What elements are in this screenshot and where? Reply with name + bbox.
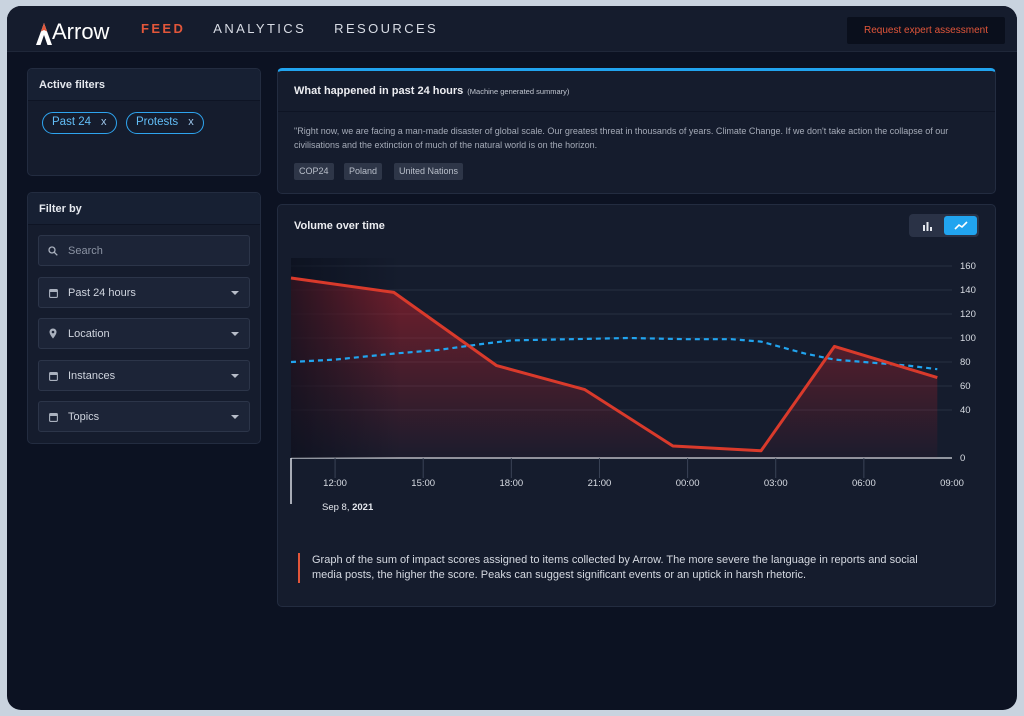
search-icon bbox=[48, 245, 58, 256]
brand-logo[interactable]: Arrow bbox=[36, 13, 109, 45]
filter-chip-label: Protests bbox=[136, 116, 179, 128]
select-location-value: Location bbox=[68, 327, 110, 340]
chevron-down-icon bbox=[231, 374, 239, 378]
line-chart-icon bbox=[953, 221, 968, 230]
chart-date-label: Sep 8, 2021 bbox=[322, 502, 373, 513]
select-topics[interactable]: Topics bbox=[38, 401, 250, 432]
calendar-icon bbox=[48, 371, 58, 381]
summary-header: What happened in past 24 hours (Machine g… bbox=[278, 71, 995, 112]
y-tick-label: 160 bbox=[960, 261, 976, 272]
summary-title: What happened in past 24 hours bbox=[294, 85, 464, 97]
active-filters-title: Active filters bbox=[28, 69, 260, 101]
location-pin-icon bbox=[48, 328, 58, 339]
y-tick-label: 140 bbox=[960, 285, 976, 296]
summary-subtitle: (Machine generated summary) bbox=[467, 87, 570, 96]
x-tick-label: 00:00 bbox=[676, 478, 700, 489]
x-tick-label: 09:00 bbox=[940, 478, 964, 489]
filter-chip-protests[interactable]: Protests x bbox=[126, 112, 204, 134]
chevron-down-icon bbox=[231, 415, 239, 419]
remove-filter-icon[interactable]: x bbox=[101, 113, 107, 133]
select-location[interactable]: Location bbox=[38, 318, 250, 349]
y-tick-label: 0 bbox=[960, 453, 965, 464]
y-tick-label: 40 bbox=[960, 405, 971, 416]
chart-date-prefix: Sep 8, bbox=[322, 502, 353, 513]
summary-quote: "Right now, we are facing a man-made dis… bbox=[294, 126, 949, 150]
x-tick-label: 21:00 bbox=[588, 478, 612, 489]
y-tick-label: 120 bbox=[960, 309, 976, 320]
chart-view-toggle bbox=[909, 214, 979, 237]
chart-description-note: Graph of the sum of impact scores assign… bbox=[298, 553, 938, 583]
request-expert-assessment-button[interactable]: Request expert assessment bbox=[847, 17, 1005, 44]
search-field[interactable] bbox=[38, 235, 250, 266]
volume-chart: 0 40 60 80 100 120 140 160 12:00 15:00 18:00 21:00… bbox=[290, 258, 976, 504]
chevron-down-icon bbox=[231, 332, 239, 336]
active-filters-panel: Active filters Past 24 x Protests x bbox=[27, 68, 261, 176]
line-chart-view-button[interactable] bbox=[944, 216, 977, 235]
volume-title: Volume over time bbox=[294, 220, 385, 232]
arrow-logo-icon bbox=[36, 23, 52, 45]
topic-tag[interactable]: COP24 bbox=[294, 163, 334, 180]
nav-item-resources[interactable]: RESOURCES bbox=[334, 21, 438, 37]
chart-date-year: 2021 bbox=[352, 502, 374, 513]
topic-tag[interactable]: United Nations bbox=[394, 163, 464, 180]
x-tick-label: 18:00 bbox=[499, 478, 523, 489]
chevron-down-icon bbox=[231, 291, 239, 295]
select-time-range[interactable]: Past 24 hours bbox=[38, 277, 250, 308]
brand-name: Arrow bbox=[52, 19, 110, 44]
filter-chip-past-24[interactable]: Past 24 x bbox=[42, 112, 117, 134]
nav-item-analytics[interactable]: ANALYTICS bbox=[213, 21, 306, 37]
bar-chart-view-button[interactable] bbox=[911, 216, 944, 235]
remove-filter-icon[interactable]: x bbox=[188, 113, 194, 133]
calendar-icon bbox=[48, 288, 58, 298]
summary-panel: What happened in past 24 hours (Machine g… bbox=[277, 68, 996, 194]
top-navigation-bar: Arrow FEED ANALYTICS RESOURCES Request e… bbox=[7, 6, 1017, 52]
topic-tag[interactable]: Poland bbox=[344, 163, 383, 180]
select-time-range-value: Past 24 hours bbox=[68, 286, 136, 299]
select-topics-value: Topics bbox=[68, 410, 100, 423]
bar-chart-icon bbox=[923, 221, 932, 231]
filter-by-title: Filter by bbox=[28, 193, 260, 225]
filter-by-panel: Filter by Past 24 hours Location bbox=[27, 192, 261, 444]
main-nav: FEED ANALYTICS RESOURCES bbox=[141, 21, 466, 37]
search-input[interactable] bbox=[68, 244, 228, 257]
y-tick-label: 60 bbox=[960, 381, 971, 392]
nav-item-feed[interactable]: FEED bbox=[141, 21, 185, 37]
calendar-icon bbox=[48, 412, 58, 422]
app-window: Arrow FEED ANALYTICS RESOURCES Request e… bbox=[7, 6, 1017, 710]
y-tick-label: 100 bbox=[960, 333, 976, 344]
filter-chip-label: Past 24 bbox=[52, 116, 91, 128]
x-tick-label: 12:00 bbox=[323, 478, 347, 489]
x-tick-label: 15:00 bbox=[411, 478, 435, 489]
x-tick-label: 03:00 bbox=[764, 478, 788, 489]
select-instances[interactable]: Instances bbox=[38, 360, 250, 391]
select-instances-value: Instances bbox=[68, 369, 116, 382]
volume-panel: Volume over time 0 40 60 80 100 120 140 … bbox=[277, 204, 996, 607]
x-tick-label: 06:00 bbox=[852, 478, 876, 489]
y-tick-label: 80 bbox=[960, 357, 971, 368]
